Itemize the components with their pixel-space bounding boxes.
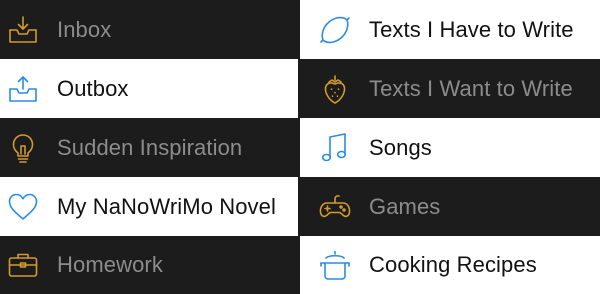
list-item-outbox[interactable]: Outbox: [0, 59, 298, 118]
lemon-icon: [318, 13, 352, 47]
list-item-label: Sudden Inspiration: [57, 134, 243, 160]
outbox-tray-icon: [6, 72, 40, 106]
music-note-icon: [318, 131, 352, 165]
lightbulb-icon: [6, 131, 40, 165]
list-item-inbox[interactable]: Inbox: [0, 0, 298, 59]
list-item-label: Texts I Want to Write: [369, 75, 573, 101]
right-column: Texts I Have to Write Texts I Want to Wr…: [298, 0, 600, 294]
gamepad-icon: [318, 190, 352, 224]
list-item-sudden-inspiration[interactable]: Sudden Inspiration: [0, 118, 298, 177]
left-column: Inbox Outbox Sudden Inspiration My NaNoW…: [0, 0, 298, 294]
list-item-label: Inbox: [57, 16, 112, 42]
list-item-label: Texts I Have to Write: [369, 16, 574, 42]
list-item-songs[interactable]: Songs: [300, 118, 600, 177]
list-item-label: Outbox: [57, 75, 129, 101]
inbox-tray-icon: [6, 13, 40, 47]
list-item-label: My NaNoWriMo Novel: [57, 193, 276, 219]
list-item-label: Homework: [57, 252, 163, 277]
list-item-cooking-recipes[interactable]: Cooking Recipes: [300, 236, 600, 294]
briefcase-icon: [6, 248, 40, 282]
heart-icon: [6, 190, 40, 224]
list-item-label: Games: [369, 193, 441, 219]
strawberry-icon: [318, 72, 352, 106]
list-item-texts-i-have-to-write[interactable]: Texts I Have to Write: [300, 0, 600, 59]
list-item-texts-i-want-to-write[interactable]: Texts I Want to Write: [300, 59, 600, 118]
list-item-my-nanowrimo-novel[interactable]: My NaNoWriMo Novel: [0, 177, 298, 236]
library-grid: Inbox Outbox Sudden Inspiration My NaNoW…: [0, 0, 600, 294]
cooking-pot-icon: [318, 248, 352, 282]
list-item-label: Cooking Recipes: [369, 252, 537, 277]
list-item-homework[interactable]: Homework: [0, 236, 298, 294]
list-item-label: Songs: [369, 134, 432, 160]
list-item-games[interactable]: Games: [300, 177, 600, 236]
